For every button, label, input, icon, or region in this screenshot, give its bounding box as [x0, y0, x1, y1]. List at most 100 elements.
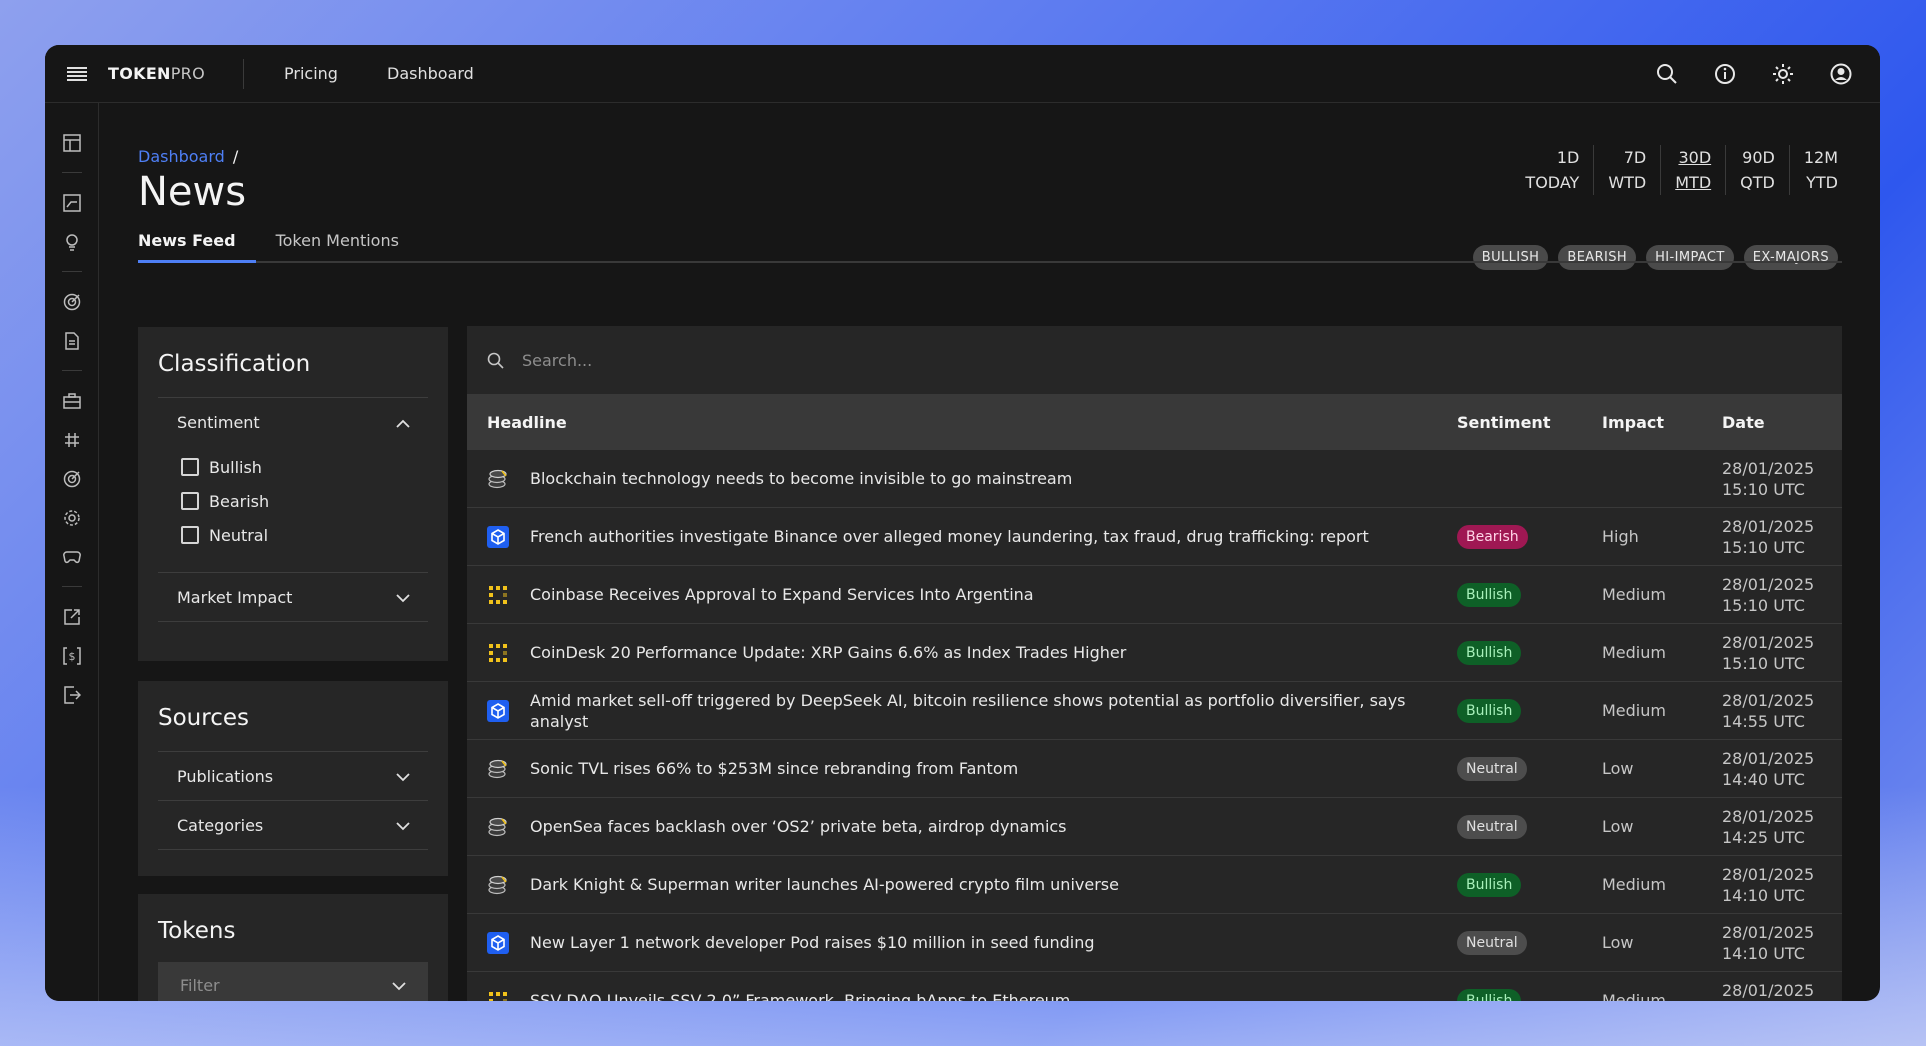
sentiment-cell: Bullish	[1457, 872, 1602, 897]
token-filter-dropdown[interactable]: Filter	[158, 962, 428, 1001]
table-row[interactable]: French authorities investigate Binance o…	[467, 508, 1842, 566]
table-row[interactable]: SSV DAO Unveils SSV 2.0” Framework, Brin…	[467, 972, 1842, 1001]
search-input[interactable]: Search...	[467, 326, 1842, 394]
dashboard-icon[interactable]	[45, 123, 99, 162]
classification-title: Classification	[158, 351, 311, 377]
headline-text[interactable]: SSV DAO Unveils SSV 2.0” Framework, Brin…	[530, 990, 1070, 1001]
period-7d[interactable]: 7D WTD	[1593, 145, 1660, 195]
sun-icon[interactable]	[1754, 45, 1812, 103]
table-row[interactable]: CoinDesk 20 Performance Update: XRP Gain…	[467, 624, 1842, 682]
period-short-label: 90D	[1742, 148, 1775, 167]
brand-logo[interactable]: TOKENPRO	[108, 64, 205, 83]
categories-accordion: Categories	[158, 800, 428, 850]
date-cell: 28/01/2025 15:10 UTC	[1722, 516, 1842, 558]
external-link-icon[interactable]	[45, 597, 99, 636]
logout-icon[interactable]	[45, 675, 99, 714]
period-12m[interactable]: 12M YTD	[1788, 145, 1842, 195]
lightbulb-icon[interactable]	[45, 222, 99, 261]
token-filter-placeholder: Filter	[180, 976, 220, 995]
date-cell: 28/01/2025 15:10 UTC	[1722, 574, 1842, 616]
hashtag-icon[interactable]	[45, 420, 99, 459]
categories-label: Categories	[177, 815, 264, 835]
briefcase-icon[interactable]	[45, 381, 99, 420]
left-rail: $	[45, 103, 99, 1001]
bullish-checkbox[interactable]	[181, 458, 199, 476]
table-row[interactable]: Blockchain technology needs to become in…	[467, 450, 1842, 508]
headline-text[interactable]: New Layer 1 network developer Pod raises…	[530, 932, 1095, 953]
publications-accordion: Publications	[158, 751, 428, 800]
headline-column-header[interactable]: Headline	[467, 413, 1457, 432]
info-icon[interactable]	[1696, 45, 1754, 103]
headline-cell: Dark Knight & Superman writer launches A…	[467, 874, 1457, 896]
sentiment-option-bullish[interactable]: Bullish	[158, 450, 428, 484]
table-row[interactable]: Coinbase Receives Approval to Expand Ser…	[467, 566, 1842, 624]
sources-panel: Sources Publications Categories	[138, 681, 448, 876]
period-30d[interactable]: 30D MTD	[1660, 145, 1725, 195]
sentiment-option-bearish[interactable]: Bearish	[158, 484, 428, 518]
search-icon	[487, 352, 504, 369]
headline-text[interactable]: Sonic TVL rises 66% to $253M since rebra…	[530, 758, 1018, 779]
period-1d[interactable]: 1D TODAY	[1511, 145, 1593, 195]
chart-icon[interactable]	[45, 183, 99, 222]
target-icon[interactable]	[45, 282, 99, 321]
headline-text[interactable]: Coinbase Receives Approval to Expand Ser…	[530, 584, 1034, 605]
tab-token-mentions[interactable]: Token Mentions	[276, 225, 419, 263]
sentiment-accordion: Sentiment Bullish Bearish Neutral	[158, 397, 428, 572]
table-row[interactable]: Dark Knight & Superman writer launches A…	[467, 856, 1842, 914]
market-impact-accordion: Market Impact	[158, 572, 428, 622]
user-profile-icon[interactable]	[1812, 45, 1870, 103]
nav-pricing-link[interactable]: Pricing	[262, 64, 360, 83]
document-icon[interactable]	[45, 321, 99, 360]
tab-news-feed[interactable]: News Feed	[138, 225, 256, 263]
gear-icon[interactable]	[45, 498, 99, 537]
neutral-checkbox[interactable]	[181, 526, 199, 544]
period-90d[interactable]: 90D QTD	[1725, 145, 1789, 195]
sentiment-column-header[interactable]: Sentiment	[1457, 413, 1602, 432]
pixel-logo-icon	[487, 584, 509, 606]
table-row[interactable]: Sonic TVL rises 66% to $253M since rebra…	[467, 740, 1842, 798]
headline-text[interactable]: Amid market sell-off triggered by DeepSe…	[530, 690, 1457, 732]
pixel-logo-icon	[487, 990, 509, 1001]
classification-panel: Classification Sentiment Bullish Bearish…	[138, 327, 448, 661]
headline-text[interactable]: Dark Knight & Superman writer launches A…	[530, 874, 1119, 895]
divider	[61, 370, 82, 371]
table-row[interactable]: OpenSea faces backlash over ‘OS2’ privat…	[467, 798, 1842, 856]
sentiment-option-neutral[interactable]: Neutral	[158, 518, 428, 552]
top-bar: TOKENPRO Pricing Dashboard	[45, 45, 1880, 103]
headline-text[interactable]: Blockchain technology needs to become in…	[530, 468, 1072, 489]
period-short-label: 12M	[1803, 148, 1838, 167]
nav-dashboard-link[interactable]: Dashboard	[365, 64, 496, 83]
sentiment-cell: Bullish	[1457, 698, 1602, 723]
sentiment-badge: Bullish	[1457, 872, 1522, 897]
table-row[interactable]: New Layer 1 network developer Pod raises…	[467, 914, 1842, 972]
table-body: Blockchain technology needs to become in…	[467, 450, 1842, 1001]
hamburger-menu-icon[interactable]	[52, 45, 102, 103]
date-cell: 28/01/202514:10 UTC	[1722, 864, 1842, 906]
headline-text[interactable]: OpenSea faces backlash over ‘OS2’ privat…	[530, 816, 1067, 837]
target-icon[interactable]	[45, 459, 99, 498]
categories-accordion-header[interactable]: Categories	[158, 801, 428, 849]
dollar-icon[interactable]: $	[45, 636, 99, 675]
impact-cell: Medium	[1602, 643, 1666, 662]
impact-cell: Low	[1602, 817, 1634, 836]
bearish-checkbox[interactable]	[181, 492, 199, 510]
coin-stack-icon	[487, 816, 509, 838]
date-column-header[interactable]: Date	[1722, 413, 1842, 432]
impact-column-header[interactable]: Impact	[1602, 413, 1722, 432]
headline-text[interactable]: French authorities investigate Binance o…	[530, 526, 1369, 547]
sentiment-cell: Neutral	[1457, 930, 1602, 955]
table-row[interactable]: Amid market sell-off triggered by DeepSe…	[467, 682, 1842, 740]
headline-text[interactable]: CoinDesk 20 Performance Update: XRP Gain…	[530, 642, 1126, 663]
time-text: 15:10 UTC	[1722, 653, 1805, 673]
headline-cell: Blockchain technology needs to become in…	[467, 468, 1457, 490]
market-impact-accordion-header[interactable]: Market Impact	[158, 573, 428, 621]
publications-accordion-header[interactable]: Publications	[158, 752, 428, 800]
sentiment-badge: Bullish	[1457, 988, 1522, 1001]
breadcrumb-dashboard-link[interactable]: Dashboard	[138, 147, 225, 166]
svg-text:$: $	[68, 650, 75, 663]
impact-cell: Medium	[1602, 991, 1666, 1001]
search-icon[interactable]	[1638, 45, 1696, 103]
sentiment-accordion-header[interactable]: Sentiment	[158, 398, 428, 446]
gamepad-icon[interactable]	[45, 537, 99, 576]
headline-cell: SSV DAO Unveils SSV 2.0” Framework, Brin…	[467, 990, 1457, 1001]
